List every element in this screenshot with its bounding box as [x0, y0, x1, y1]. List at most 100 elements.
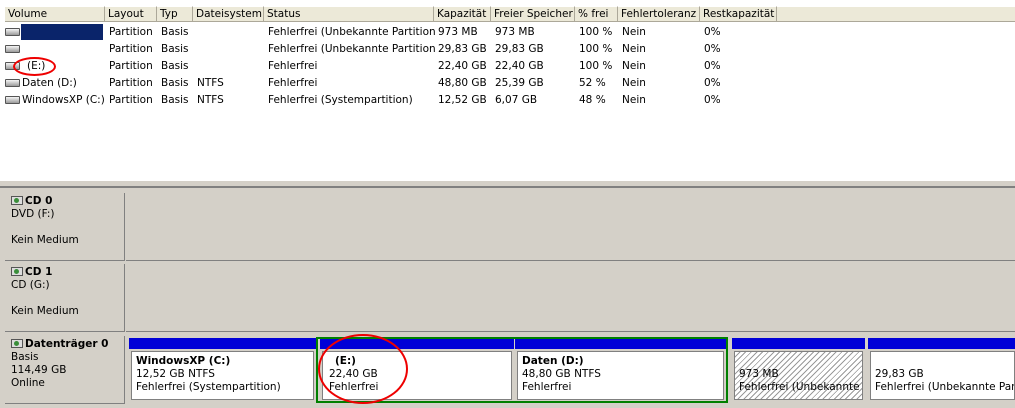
cell-fehlertoleranz: Nein: [622, 26, 646, 38]
col-header-status[interactable]: Status: [264, 6, 434, 22]
partition-name: [739, 355, 862, 368]
volume-disk-icon: [5, 96, 20, 104]
cell-status: Fehlerfrei (Unbekannte Partition): [268, 26, 435, 38]
cell-restkapazitaet: 0%: [704, 60, 721, 72]
disk-label-cd1[interactable]: CD 1 CD (G:) Kein Medium: [5, 264, 125, 332]
partition-body: 29,83 GB Fehlerfrei (Unbekannte Partiti: [870, 351, 1015, 400]
disk-info-line1: CD (G:): [11, 279, 50, 291]
partition-size: 29,83 GB: [875, 368, 924, 380]
cell-dateisystem: NTFS: [197, 94, 224, 106]
cell-dateisystem: [194, 24, 264, 40]
cell-restkapazitaet: 0%: [704, 26, 721, 38]
col-header-kapazitaet[interactable]: Kapazität: [434, 6, 491, 22]
cell-prozent-frei: 100 %: [579, 43, 613, 55]
partition-unknown-1[interactable]: 973 MB Fehlerfrei (Unbekannte P: [732, 338, 865, 402]
cell-fehlertoleranz: Nein: [622, 94, 646, 106]
cell-fehlertoleranz: Nein: [622, 77, 646, 89]
col-header-empty: [777, 6, 1015, 22]
partition-status: Fehlerfrei (Unbekannte P: [739, 381, 863, 393]
cell-status: Fehlerfrei: [268, 60, 318, 72]
disk-label-disk0[interactable]: Datenträger 0 Basis 114,49 GB Online: [5, 336, 125, 404]
disk-area-cd1[interactable]: [126, 264, 1015, 332]
cell-volume: WindowsXP (C:): [22, 94, 105, 106]
cell-freier-speicher: 973 MB: [495, 26, 535, 38]
cell-volume: [21, 24, 103, 40]
cell-kapazitaet: 22,40 GB: [438, 60, 487, 72]
disk-label-cd0[interactable]: CD 0 DVD (F:) Kein Medium: [5, 193, 125, 261]
volume-disk-icon: [5, 28, 20, 36]
disk-info-line3: Online: [11, 377, 45, 389]
cell-kapazitaet: 29,83 GB: [438, 43, 487, 55]
cell-prozent-frei: 52 %: [579, 77, 606, 89]
col-header-freier-speicher[interactable]: Freier Speicher: [491, 6, 575, 22]
disk-info-line1: DVD (F:): [11, 208, 55, 220]
col-header-fehlertoleranz[interactable]: Fehlertoleranz: [618, 6, 700, 22]
cell-freier-speicher: 22,40 GB: [495, 60, 544, 72]
partition-name: [875, 355, 1014, 368]
col-header-typ[interactable]: Typ: [157, 6, 193, 22]
partition-name: WindowsXP (C:): [136, 355, 231, 367]
cell-volume: Daten (D:): [22, 77, 77, 89]
cell-typ: Basis: [161, 60, 189, 72]
cell-dateisystem: NTFS: [197, 77, 224, 89]
cell-volume: [21, 41, 103, 57]
partition-unknown-2[interactable]: 29,83 GB Fehlerfrei (Unbekannte Partiti: [868, 338, 1015, 402]
cell-layout: Partition: [109, 94, 153, 106]
partition-bar: [129, 338, 316, 349]
partition-body: WindowsXP (C:) 12,52 GB NTFS Fehlerfrei …: [131, 351, 314, 400]
highlight-ring: [13, 57, 56, 76]
cell-prozent-frei: 100 %: [579, 26, 613, 38]
cell-restkapazitaet: 0%: [704, 77, 721, 89]
cell-dateisystem: [194, 58, 264, 74]
cell-dateisystem: [194, 41, 264, 57]
cd-drive-icon: [11, 267, 23, 276]
cell-restkapazitaet: 0%: [704, 94, 721, 106]
disk-area-cd0[interactable]: [126, 193, 1015, 261]
disk-info-line2: [11, 221, 124, 234]
volume-disk-icon: [5, 79, 20, 87]
cell-status: Fehlerfrei (Systempartition): [268, 94, 413, 106]
cell-kapazitaet: 973 MB: [438, 26, 478, 38]
col-header-dateisystem[interactable]: Dateisystem: [193, 6, 264, 22]
volume-list[interactable]: Volume Layout Typ Dateisystem Status Kap…: [0, 0, 1015, 182]
cell-typ: Basis: [161, 77, 189, 89]
partition-size: 12,52 GB NTFS: [136, 368, 215, 380]
hard-disk-icon: [11, 339, 23, 348]
col-header-restkapazitaet[interactable]: Restkapazität: [700, 6, 777, 22]
cell-freier-speicher: 29,83 GB: [495, 43, 544, 55]
cell-layout: Partition: [109, 43, 153, 55]
partition-status: Fehlerfrei (Unbekannte Partiti: [875, 381, 1015, 393]
cell-prozent-frei: 100 %: [579, 60, 613, 72]
disk-info-line1: Basis: [11, 351, 39, 363]
partition-c[interactable]: WindowsXP (C:) 12,52 GB NTFS Fehlerfrei …: [129, 338, 316, 402]
partition-body: 973 MB Fehlerfrei (Unbekannte P: [734, 351, 863, 400]
cd-drive-icon: [11, 196, 23, 205]
col-header-prozent-frei[interactable]: % frei: [575, 6, 618, 22]
cell-freier-speicher: 6,07 GB: [495, 94, 538, 106]
highlight-ring: [318, 334, 408, 404]
volume-disk-icon: [5, 45, 20, 53]
disk-info-line3: Kein Medium: [11, 234, 79, 246]
cell-fehlertoleranz: Nein: [622, 43, 646, 55]
cell-freier-speicher: 25,39 GB: [495, 77, 544, 89]
partition-bar: [868, 338, 1015, 349]
disk-info-line3: Kein Medium: [11, 305, 79, 317]
col-header-volume[interactable]: Volume: [5, 6, 105, 22]
cell-restkapazitaet: 0%: [704, 43, 721, 55]
disk-info-line2: [11, 292, 124, 305]
cell-status: Fehlerfrei (Unbekannte Partition): [268, 43, 435, 55]
disk-info-line2: 114,49 GB: [11, 364, 67, 376]
disk-name: Datenträger 0: [25, 338, 109, 350]
col-header-layout[interactable]: Layout: [105, 6, 157, 22]
cell-kapazitaet: 12,52 GB: [438, 94, 487, 106]
partition-size: 973 MB: [739, 368, 779, 380]
cell-typ: Basis: [161, 43, 189, 55]
cell-layout: Partition: [109, 60, 153, 72]
partition-bar: [732, 338, 865, 349]
disk-name: CD 1: [25, 266, 53, 278]
cell-layout: Partition: [109, 77, 153, 89]
cell-kapazitaet: 48,80 GB: [438, 77, 487, 89]
partition-status: Fehlerfrei (Systempartition): [136, 381, 281, 393]
cell-fehlertoleranz: Nein: [622, 60, 646, 72]
cell-status: Fehlerfrei: [268, 77, 318, 89]
